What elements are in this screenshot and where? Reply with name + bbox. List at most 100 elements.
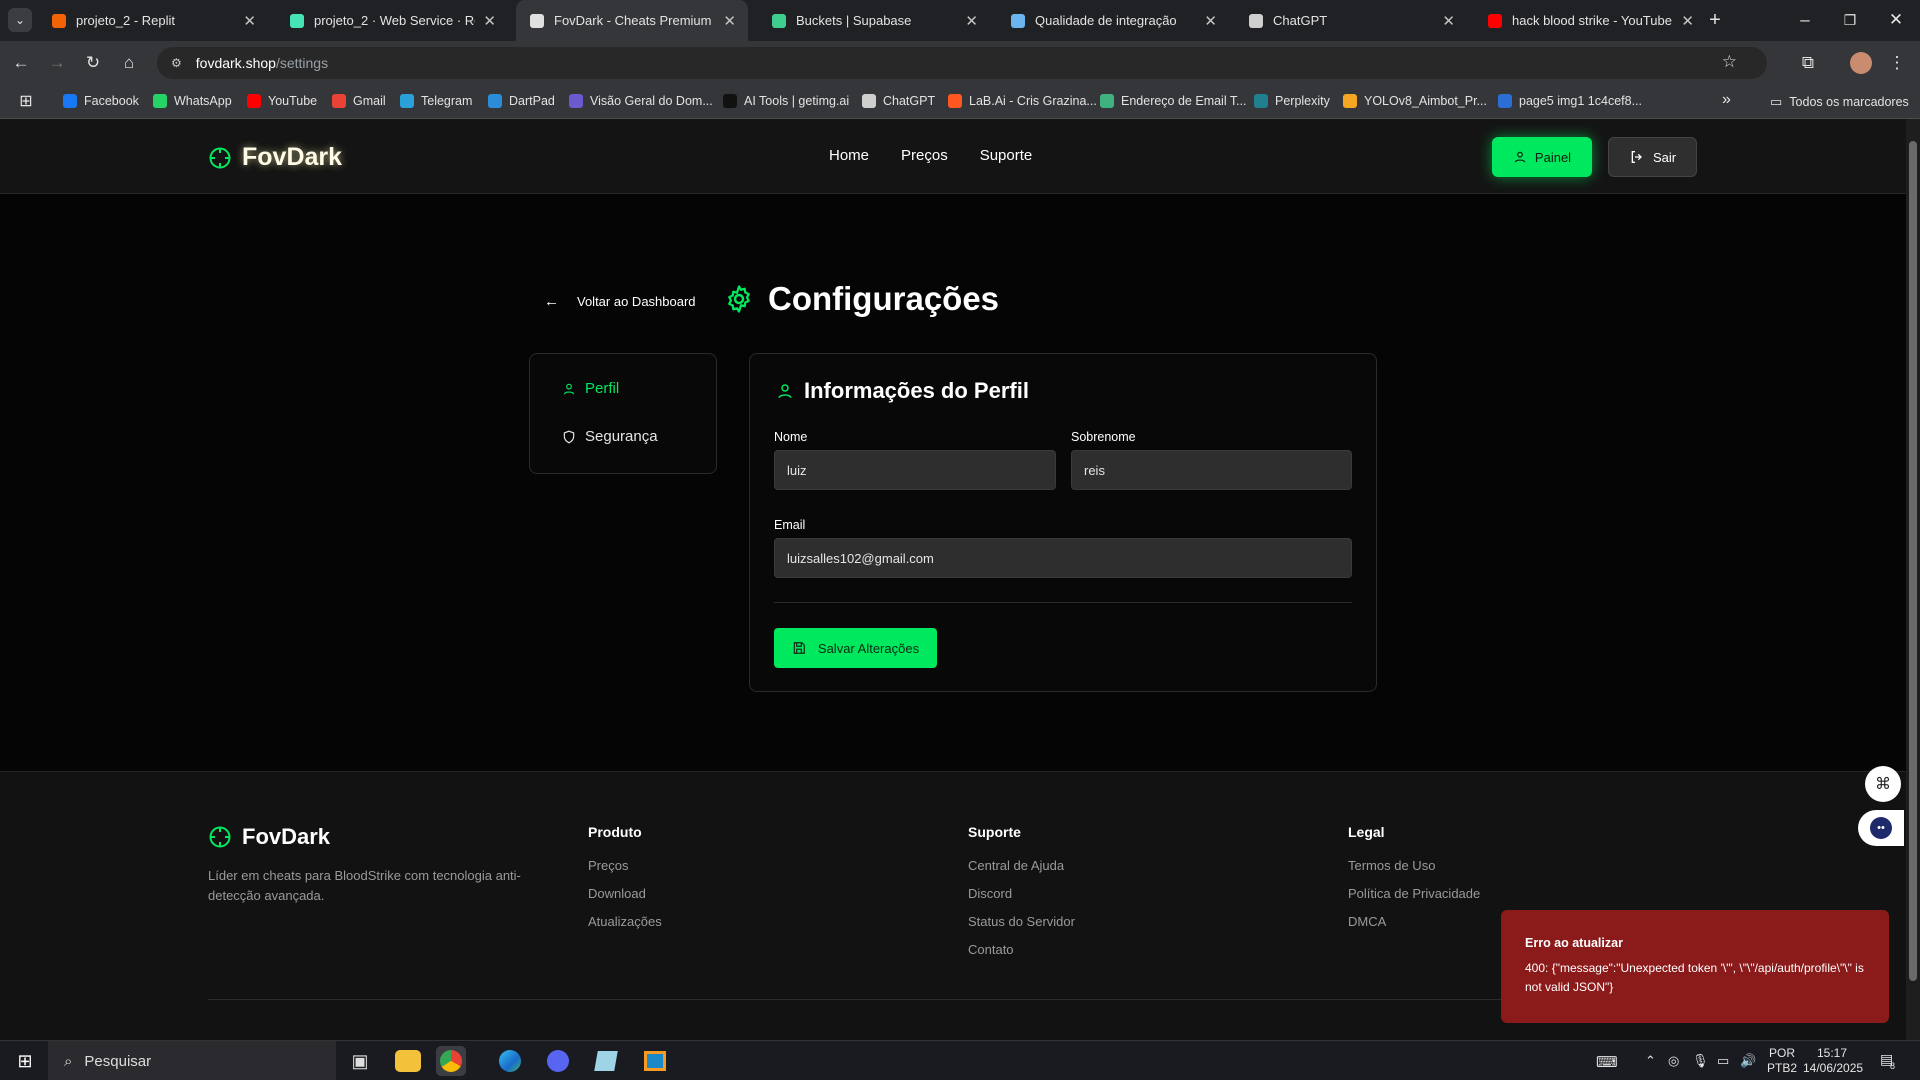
tab-close-icon[interactable]: ✕	[1204, 12, 1217, 30]
bookmark-item[interactable]: Telegram	[400, 94, 472, 108]
url-field[interactable]: ⚙ fovdark.shop/settings ☆	[157, 47, 1767, 79]
bookmark-item[interactable]: Gmail	[332, 94, 386, 108]
microphone-icon[interactable]: 🎙	[1692, 1053, 1709, 1069]
tab-close-icon[interactable]: ✕	[1442, 12, 1455, 30]
bookmark-item[interactable]: Perplexity	[1254, 94, 1330, 108]
nav-home[interactable]: Home	[829, 147, 869, 164]
home-icon[interactable]: ⌂	[117, 51, 141, 75]
bookmark-item[interactable]: YOLOv8_Aimbot_Pr...	[1343, 94, 1487, 108]
nav-suporte[interactable]: Suporte	[980, 147, 1033, 164]
footer-link[interactable]: DMCA	[1348, 914, 1480, 942]
notification-center[interactable]: ▤ 8	[1880, 1051, 1895, 1071]
sair-button[interactable]: Sair	[1608, 137, 1697, 177]
tab-close-icon[interactable]: ✕	[483, 12, 496, 30]
settings-sidebar: Perfil Segurança	[529, 353, 717, 474]
footer-link[interactable]: Atualizações	[588, 914, 662, 942]
page-scrollbar[interactable]	[1906, 119, 1920, 1040]
browser-tab[interactable]: Qualidade de integração ✕	[997, 0, 1229, 41]
browser-tab[interactable]: projeto_2 - Replit ✕	[38, 0, 268, 41]
minimize-button[interactable]: –	[1793, 8, 1817, 32]
footer-link[interactable]: Política de Privacidade	[1348, 886, 1480, 914]
nav-precos[interactable]: Preços	[901, 147, 948, 164]
tab-close-icon[interactable]: ✕	[1681, 12, 1694, 30]
all-bookmarks-folder[interactable]: ▭ Todos os marcadores	[1770, 94, 1909, 110]
restore-button[interactable]: ❐	[1838, 8, 1862, 32]
bookmark-item[interactable]: LaB.Ai - Cris Grazina...	[948, 94, 1097, 108]
back-to-dashboard-link[interactable]: ← Voltar ao Dashboard	[544, 293, 696, 310]
window-close-button[interactable]: ✕	[1884, 8, 1908, 32]
bookmark-star-icon[interactable]: ☆	[1722, 52, 1737, 72]
bookmark-item[interactable]: Facebook	[63, 94, 139, 108]
bookmark-item[interactable]: Endereço de Email T...	[1100, 94, 1247, 108]
footer-link[interactable]: Termos de Uso	[1348, 858, 1480, 886]
edge-taskbar-icon[interactable]	[495, 1046, 525, 1076]
assistant-bot-button[interactable]: ••	[1858, 810, 1904, 846]
back-icon[interactable]: ←	[9, 51, 33, 75]
save-button[interactable]: Salvar Alterações	[774, 628, 937, 668]
language-indicator[interactable]: POR PTB2	[1767, 1046, 1797, 1076]
browser-tab[interactable]: ChatGPT ✕	[1235, 0, 1467, 41]
bookmark-item[interactable]: YouTube	[247, 94, 317, 108]
new-tab-button[interactable]: +	[1703, 8, 1727, 32]
site-info-icon[interactable]: ⚙	[171, 56, 182, 70]
tab-title: projeto_2 · Web Service · Rend	[314, 13, 475, 28]
notes-taskbar-icon[interactable]	[591, 1046, 621, 1076]
footer-link[interactable]: Download	[588, 886, 662, 914]
tab-close-icon[interactable]: ✕	[243, 12, 256, 30]
email-field[interactable]	[774, 538, 1352, 578]
sidebar-item-seguranca[interactable]: Segurança	[562, 428, 658, 445]
footer-link[interactable]: Contato	[968, 942, 1075, 970]
browser-tab[interactable]: FovDark - Cheats Premium Blo ✕	[516, 0, 748, 41]
more-bookmarks-icon[interactable]: »	[1722, 91, 1731, 109]
apps-grid-icon[interactable]: ⊞	[14, 90, 38, 114]
footer-link[interactable]: Discord	[968, 886, 1075, 914]
chrome-taskbar-icon[interactable]	[436, 1046, 466, 1076]
task-view-icon[interactable]: ▣	[345, 1046, 375, 1076]
file-explorer-icon[interactable]	[395, 1050, 421, 1072]
profile-avatar[interactable]	[1850, 52, 1872, 74]
widget-grid-button[interactable]: ⌘	[1865, 766, 1901, 802]
clock[interactable]: 15:17 14/06/2025	[1803, 1046, 1864, 1076]
brand-logo[interactable]: FovDark	[208, 143, 342, 172]
nome-field[interactable]	[774, 450, 1056, 490]
app-taskbar-icon[interactable]	[640, 1046, 670, 1076]
windows-start-icon[interactable]: ⊞	[10, 1046, 40, 1076]
volume-icon[interactable]: 🔊	[1740, 1053, 1756, 1069]
tab-close-icon[interactable]: ✕	[965, 12, 978, 30]
camera-icon[interactable]: ◎	[1668, 1053, 1679, 1069]
tab-search-button[interactable]: ⌄	[8, 8, 32, 32]
menu-icon[interactable]: ⋮	[1885, 51, 1909, 75]
browser-tab[interactable]: projeto_2 · Web Service · Rend ✕	[276, 0, 508, 41]
tray-overflow-icon[interactable]: ⌃	[1645, 1053, 1656, 1069]
bookmark-item[interactable]: page5 img1 1c4cef8...	[1498, 94, 1642, 108]
painel-button[interactable]: Painel	[1492, 137, 1592, 177]
bookmark-item[interactable]: AI Tools | getimg.ai	[723, 94, 849, 108]
footer-link[interactable]: Preços	[588, 858, 662, 886]
footer-brand[interactable]: FovDark	[208, 824, 330, 850]
bookmark-item[interactable]: WhatsApp	[153, 94, 232, 108]
reload-icon[interactable]: ↻	[81, 51, 105, 75]
discord-taskbar-icon[interactable]	[543, 1046, 573, 1076]
extensions-icon[interactable]: ⧉	[1796, 51, 1820, 75]
bookmark-favicon-icon	[862, 94, 876, 108]
tab-title: projeto_2 - Replit	[76, 13, 175, 28]
browser-tab[interactable]: hack blood strike - YouTube ✕	[1474, 0, 1706, 41]
bookmark-item[interactable]: ChatGPT	[862, 94, 935, 108]
clock-date: 14/06/2025	[1803, 1061, 1864, 1075]
taskbar-search[interactable]: ⌕ Pesquisar	[48, 1041, 336, 1080]
browser-tab[interactable]: Buckets | Supabase ✕	[758, 0, 990, 41]
forward-icon[interactable]: →	[45, 51, 69, 75]
network-icon[interactable]: ▭	[1717, 1053, 1729, 1069]
keyboard-icon[interactable]: ⌨	[1596, 1053, 1618, 1071]
footer-link[interactable]: Central de Ajuda	[968, 858, 1075, 886]
sidebar-item-perfil[interactable]: Perfil	[562, 380, 619, 397]
sidebar-perfil-label: Perfil	[585, 380, 620, 397]
brand-name: FovDark	[242, 143, 343, 171]
bookmark-favicon-icon	[948, 94, 962, 108]
footer-link[interactable]: Status do Servidor	[968, 914, 1075, 942]
tab-close-icon[interactable]: ✕	[723, 12, 736, 30]
sobrenome-field[interactable]	[1071, 450, 1352, 490]
bookmark-item[interactable]: Visão Geral do Dom...	[569, 94, 713, 108]
bookmark-item[interactable]: DartPad	[488, 94, 555, 108]
scrollbar-thumb[interactable]	[1909, 141, 1917, 981]
